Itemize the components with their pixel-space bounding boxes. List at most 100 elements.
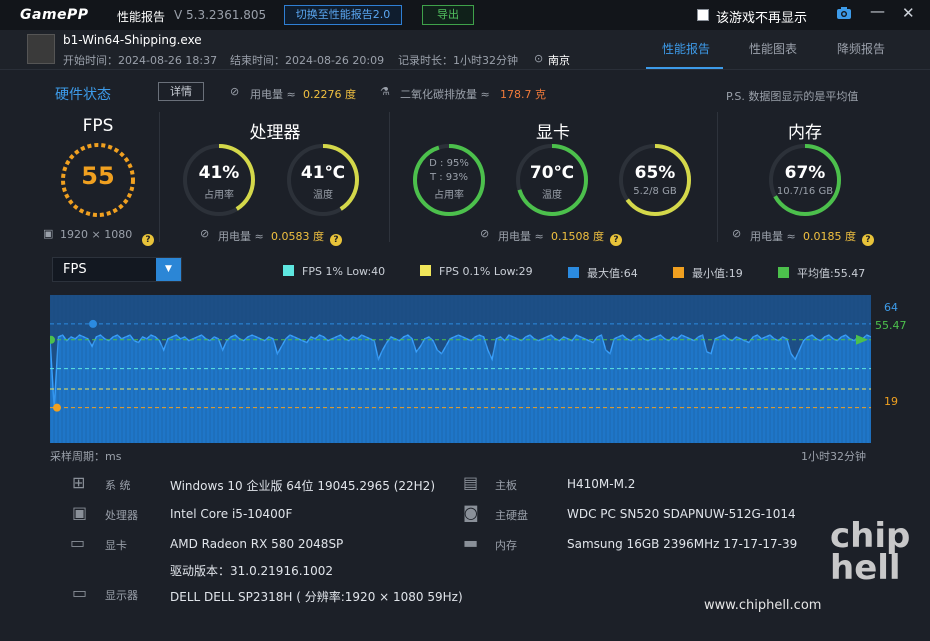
x-axis-right-label: 1小时32分钟 [801, 450, 866, 463]
power-icon: ⊘ [480, 227, 490, 240]
cpu-usage-label: 占用率 [204, 190, 234, 201]
memory-key: 内存 [495, 539, 517, 552]
gpu-temp-value: 70℃ [529, 163, 575, 183]
x-axis-left-label: 采样周期：ms [50, 450, 122, 463]
cpu-usage-value: 41% [198, 163, 240, 183]
axis-avg-label: 55.47 [875, 319, 907, 332]
fps-chart[interactable] [50, 295, 871, 443]
power-icon: ⊘ [230, 85, 240, 98]
motherboard-value: H410M-M.2 [567, 477, 636, 491]
memory-value: Samsung 16GB 2396MHz 17-17-17-39 [567, 537, 798, 551]
divider [717, 112, 718, 242]
cpu-temp-value: 41℃ [300, 163, 346, 183]
camera-icon[interactable] [836, 6, 852, 24]
disk-icon: ◙ [463, 503, 479, 522]
gpu-power-value: 0.1508 度 [551, 230, 604, 243]
legend-min: 最小值:19 [673, 265, 743, 281]
resolution: 1920 × 1080 [60, 228, 133, 241]
min-point [53, 403, 61, 412]
gpu-title: 显卡 [536, 123, 570, 143]
legend-max: 最大值:64 [568, 265, 638, 281]
tab-performance-report[interactable]: 性能报告 [662, 40, 710, 57]
power-icon: ⊘ [732, 227, 742, 240]
cpu-temp-label: 温度 [313, 190, 333, 201]
switch-report-button[interactable]: 切换至性能报告2.0 [284, 5, 402, 25]
cpu-key: 处理器 [105, 509, 138, 522]
duration: 记录时长：1小时32分钟 [398, 54, 518, 67]
cpu-icon: ▣ [72, 503, 88, 522]
ram-power-label: 用电量 ≈ [750, 230, 796, 243]
cpu-value: Intel Core i5-10400F [170, 507, 293, 521]
axis-max-label: 64 [884, 301, 898, 314]
metric-select[interactable]: FPS ▼ [52, 257, 182, 282]
resolution-icon: ▣ [43, 227, 54, 240]
ram-title: 内存 [788, 123, 822, 143]
game-icon [27, 34, 55, 64]
gpu-d-value: D : 95% [429, 158, 469, 169]
help-icon[interactable]: ? [606, 227, 622, 246]
gpu-mem-value: 65% [634, 163, 676, 183]
memory-icon: ▬ [463, 533, 479, 552]
minimize-icon[interactable]: — [870, 2, 885, 20]
watermark-logo: chip hell [830, 516, 911, 588]
end-time: 结束时间：2024-08-26 20:09 [230, 54, 385, 67]
cpu-title: 处理器 [249, 123, 301, 143]
motherboard-icon: ▤ [463, 473, 479, 492]
total-power-value: 0.2276 度 [303, 88, 356, 101]
gpu-value: AMD Radeon RX 580 2048SP [170, 537, 344, 551]
monitor-value: DELL DELL SP2318H ( 分辨率:1920 × 1080 59Hz… [170, 590, 463, 604]
legend-avg: 平均值:55.47 [778, 265, 865, 281]
legend-swatch [420, 265, 431, 276]
axis-min-label: 19 [884, 395, 898, 408]
cpu-power-label: 用电量 ≈ [218, 230, 264, 243]
note: P.S. 数据图显示的是平均值 [726, 90, 859, 103]
detail-button[interactable]: 详情 [158, 82, 204, 101]
divider [159, 112, 160, 242]
watermark-url: www.chiphell.com [704, 598, 822, 613]
co2-label: 二氧化碳排放量 ≈ [400, 88, 490, 101]
no-show-checkbox[interactable] [697, 9, 709, 21]
disk-value: WDC PC SN520 SDAPNUW-512G-1014 [567, 507, 796, 521]
total-power-label: 用电量 ≈ [250, 88, 296, 101]
monitor-icon: ▭ [72, 583, 88, 602]
legend-01pct-low: FPS 0.1% Low:29 [420, 265, 533, 278]
fps-title: FPS [82, 116, 114, 136]
legend-1pct-low: FPS 1% Low:40 [283, 265, 385, 278]
help-icon[interactable]: ? [326, 227, 342, 246]
gpu-mem-sub: 5.2/8 GB [633, 186, 677, 197]
help-icon[interactable]: ? [858, 227, 874, 246]
os-icon: ⊞ [72, 473, 86, 492]
fps-value: 55 [81, 162, 115, 190]
export-button[interactable]: 导出 [422, 5, 474, 25]
tab-performance-chart[interactable]: 性能图表 [749, 40, 797, 57]
gpu-power-label: 用电量 ≈ [498, 230, 544, 243]
monitor-key: 显示器 [105, 589, 138, 602]
disk-key: 主硬盘 [495, 509, 528, 522]
location: 南京 [548, 54, 570, 67]
motherboard-key: 主板 [495, 479, 517, 492]
ram-value: 67% [784, 163, 826, 183]
chevron-down-icon[interactable]: ▼ [156, 258, 181, 281]
max-point [89, 319, 97, 328]
ram-power-value: 0.0185 度 [803, 230, 856, 243]
legend-swatch [673, 267, 684, 278]
legend-swatch [778, 267, 789, 278]
ram-sub: 10.7/16 GB [776, 186, 834, 197]
location-icon: ⊙ [534, 52, 544, 65]
divider [389, 112, 390, 242]
app-logo: GamePP [20, 7, 89, 23]
close-icon[interactable]: ✕ [902, 4, 915, 22]
power-icon: ⊘ [200, 227, 210, 240]
tab-throttle-report[interactable]: 降频报告 [837, 40, 885, 57]
gpu-temp-label: 温度 [542, 190, 562, 201]
driver-value: 驱动版本：31.0.21916.1002 [170, 564, 334, 578]
game-name: b1-Win64-Shipping.exe [63, 33, 202, 47]
window-title: 性能报告 [117, 10, 166, 24]
fps-area [50, 335, 871, 443]
help-icon[interactable]: ? [138, 227, 154, 246]
gpu-key: 显卡 [105, 539, 127, 552]
cpu-power-value: 0.0583 度 [271, 230, 324, 243]
co2-value: 178.7 克 [500, 88, 546, 101]
legend-swatch [568, 267, 579, 278]
start-time: 开始时间：2024-08-26 18:37 [63, 54, 218, 67]
